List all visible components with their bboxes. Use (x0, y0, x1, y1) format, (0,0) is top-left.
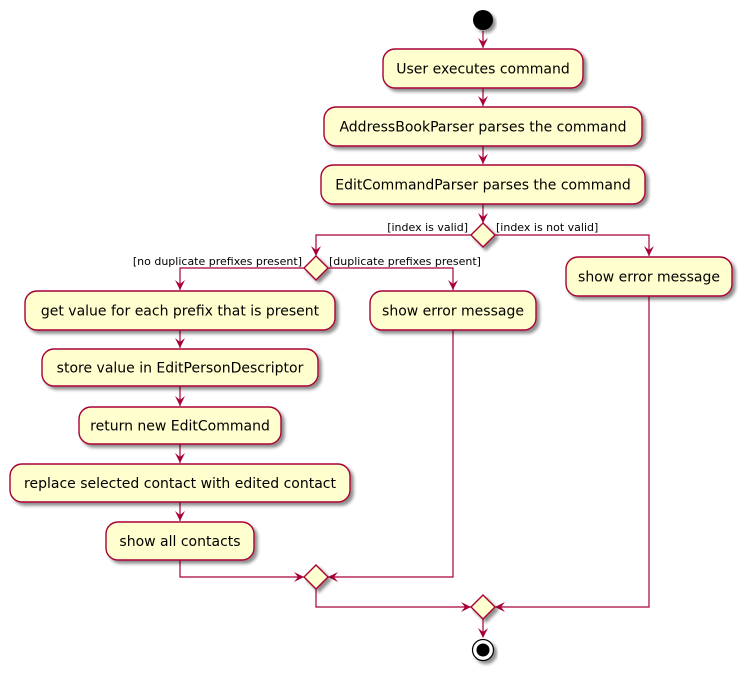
activity-return-new-editcommand: return new EditCommand (78, 406, 282, 445)
activity-user-executes-command-label: User executes command (396, 62, 570, 78)
activity-show-error-index-label: show error message (578, 270, 720, 286)
edge-show-all-to-merge (179, 560, 304, 578)
edge-dup-error-to-merge (328, 330, 454, 578)
edge-duplicate (328, 267, 454, 290)
activity-editcommand-parser-parses-label: EditCommandParser parses the command (335, 178, 631, 194)
decision-index-valid (470, 222, 496, 248)
activity-user-executes-command: User executes command (382, 48, 584, 89)
activity-addressbook-parser-parses: AddressBookParser parses the command (323, 106, 643, 147)
activity-editcommand-parser-parses: EditCommandParser parses the command (320, 164, 646, 205)
edge-index-valid (315, 234, 471, 256)
activity-replace-contact-label: replace selected contact with edited con… (24, 476, 336, 492)
guard-index-valid: [index is valid] (387, 221, 468, 234)
guard-duplicate: [duplicate prefixes present] (329, 255, 481, 268)
activity-replace-contact: replace selected contact with edited con… (9, 463, 351, 503)
start-node (473, 10, 493, 30)
edge-no-duplicate (179, 267, 304, 290)
edge-merge1-to-merge2 (315, 589, 471, 608)
guard-index-not-valid: [index is not valid] (496, 221, 598, 234)
merge-node-prefixes (303, 564, 329, 590)
activity-get-value-for-prefix: get value for each prefix that is presen… (24, 290, 336, 331)
activity-store-value: store value in EditPersonDescriptor (41, 348, 319, 387)
decision-nodes (303, 222, 496, 620)
activities: User executes command AddressBookParser p… (9, 48, 733, 561)
activity-diagram: User executes command AddressBookParser p… (9, 10, 733, 662)
activity-show-all-contacts-label: show all contacts (119, 534, 240, 550)
edge-index-not-valid (495, 234, 650, 256)
end-node (471, 638, 495, 662)
activity-show-all-contacts: show all contacts (105, 521, 255, 561)
activity-addressbook-parser-parses-label: AddressBookParser parses the command (339, 120, 626, 136)
decision-duplicate-prefixes (303, 255, 329, 281)
guard-no-duplicate: [no duplicate prefixes present] (133, 255, 302, 268)
activity-get-value-for-prefix-label: get value for each prefix that is presen… (41, 304, 320, 320)
activity-return-new-editcommand-label: return new EditCommand (90, 419, 270, 435)
activity-store-value-label: store value in EditPersonDescriptor (57, 361, 304, 377)
activity-show-error-index: show error message (565, 256, 733, 297)
merge-node-final (470, 594, 496, 620)
edge-index-error-to-merge (495, 296, 650, 608)
activity-show-error-duplicate: show error message (369, 290, 537, 331)
activity-show-error-duplicate-label: show error message (382, 304, 524, 320)
